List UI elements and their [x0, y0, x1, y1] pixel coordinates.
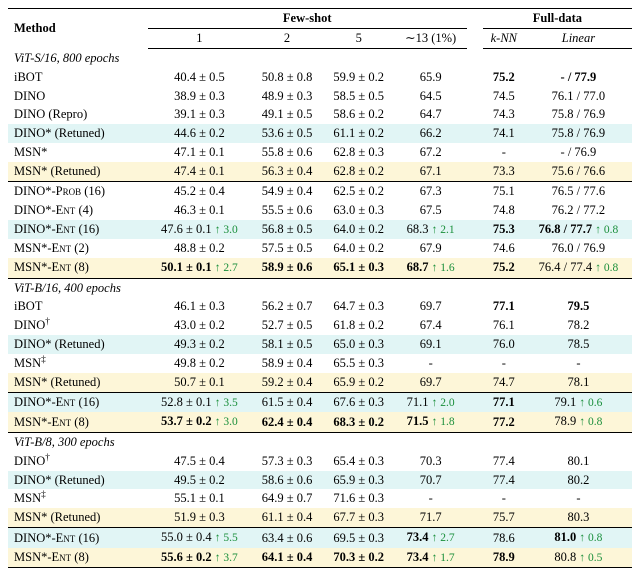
table-row: MSN*47.1 ± 0.155.8 ± 0.662.8 ± 0.367.2--… [8, 143, 632, 162]
col-full-0: k-NN [483, 28, 525, 48]
table-row: DINO*-Ent (4)46.3 ± 0.155.5 ± 0.663.0 ± … [8, 201, 632, 220]
table-row: MSN‡49.8 ± 0.258.9 ± 0.465.5 ± 0.3--- [8, 354, 632, 373]
col-shot-1: 2 [251, 28, 323, 48]
table-row: MSN*-Ent (8)50.1 ± 0.1 ↑ 2.758.9 ± 0.665… [8, 258, 632, 278]
table-row: DINO* (Retuned)44.6 ± 0.253.6 ± 0.561.1 … [8, 124, 632, 143]
table-row: DINO*-Ent (16)52.8 ± 0.1 ↑ 3.561.5 ± 0.4… [8, 392, 632, 412]
table-row: MSN*-Ent (8)55.6 ± 0.2 ↑ 3.764.1 ± 0.470… [8, 548, 632, 568]
col-fewshot: Few-shot [148, 9, 467, 28]
col-shot-0: 1 [148, 28, 252, 48]
table-row: DINO†47.5 ± 0.457.3 ± 0.365.4 ± 0.370.37… [8, 452, 632, 471]
table-row: iBOT46.1 ± 0.356.2 ± 0.764.7 ± 0.369.777… [8, 297, 632, 316]
table-row: DINO*-Prob (16)45.2 ± 0.454.9 ± 0.462.5 … [8, 181, 632, 200]
table-row: DINO38.9 ± 0.348.9 ± 0.358.5 ± 0.564.574… [8, 87, 632, 106]
section-title: ViT-B/8, 300 epochs [8, 432, 632, 451]
table-row: DINO*-Ent (16)47.6 ± 0.1 ↑ 3.056.8 ± 0.5… [8, 220, 632, 240]
col-full-1: Linear [525, 28, 632, 48]
section-title: ViT-S/16, 800 epochs [8, 48, 632, 67]
table-row: MSN* (Retuned)51.9 ± 0.361.1 ± 0.467.7 ±… [8, 508, 632, 527]
col-shot-2: 5 [323, 28, 395, 48]
table-row: MSN* (Retuned)47.4 ± 0.156.3 ± 0.462.8 ±… [8, 162, 632, 181]
results-table: Method Few-shot Full-data 125∼13 (1%) k-NNLi… [8, 8, 632, 568]
table-row: DINO* (Retuned)49.5 ± 0.258.6 ± 0.665.9 … [8, 471, 632, 490]
table-row: MSN*-Ent (8)53.7 ± 0.2 ↑ 3.062.4 ± 0.468… [8, 412, 632, 432]
table-row: MSN*-Ent (2)48.8 ± 0.257.5 ± 0.564.0 ± 0… [8, 239, 632, 258]
table-row: DINO* (Retuned)49.3 ± 0.258.1 ± 0.565.0 … [8, 335, 632, 354]
col-shot-3: ∼13 (1%) [395, 28, 467, 48]
col-fulldata: Full-data [483, 9, 632, 28]
col-method: Method [8, 9, 132, 48]
section-title: ViT-B/16, 400 epochs [8, 278, 632, 297]
table-row: DINO (Repro)39.1 ± 0.349.1 ± 0.558.6 ± 0… [8, 105, 632, 124]
table-row: DINO†43.0 ± 0.252.7 ± 0.561.8 ± 0.267.47… [8, 316, 632, 335]
table-row: iBOT40.4 ± 0.550.8 ± 0.859.9 ± 0.265.975… [8, 68, 632, 87]
table-row: DINO*-Ent (16)55.0 ± 0.4 ↑ 5.563.4 ± 0.6… [8, 528, 632, 548]
table-row: MSN* (Retuned)50.7 ± 0.159.2 ± 0.465.9 ±… [8, 373, 632, 392]
table-row: MSN‡55.1 ± 0.164.9 ± 0.771.6 ± 0.3--- [8, 489, 632, 508]
